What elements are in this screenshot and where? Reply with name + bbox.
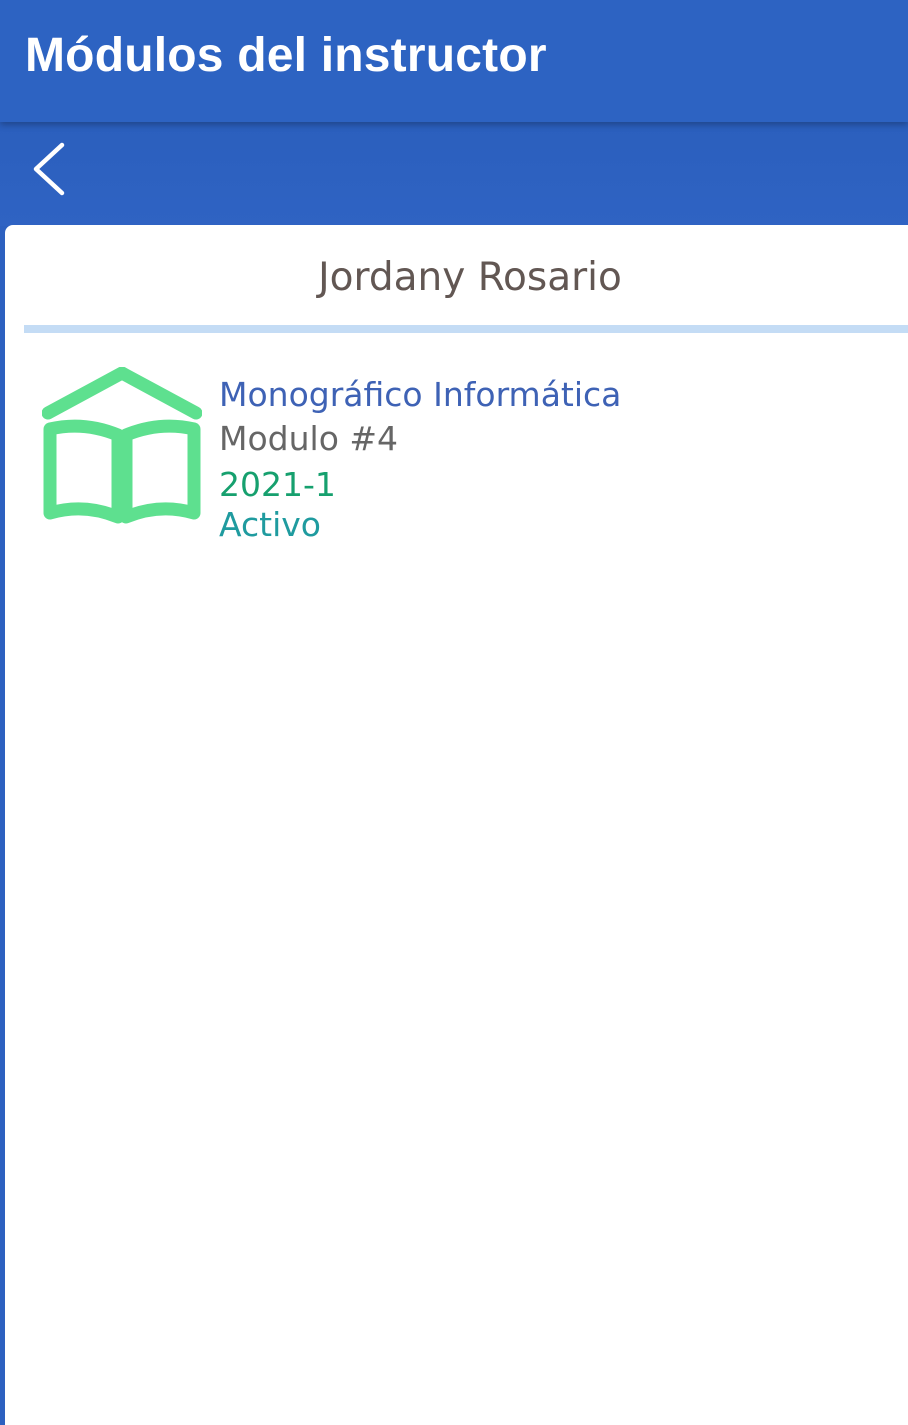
navigation-bar — [0, 122, 908, 279]
module-list-item[interactable]: Monográfico Informática Modulo #4 2021-1… — [24, 355, 894, 555]
page-title: Módulos del instructor — [25, 29, 547, 82]
module-number: Modulo #4 — [219, 419, 399, 458]
app-bar: Módulos del instructor — [0, 0, 908, 122]
chevron-left-icon — [33, 142, 65, 196]
module-period: 2021-1 — [219, 465, 336, 504]
content-card: Jordany Rosario Monográfico Informática … — [5, 225, 908, 1425]
name-divider — [24, 325, 908, 333]
module-course-title: Monográfico Informática — [219, 375, 622, 414]
instructor-name: Jordany Rosario — [318, 255, 622, 300]
module-status: Activo — [219, 505, 321, 544]
book-house-icon — [42, 367, 202, 524]
module-details: Monográfico Informática Modulo #4 2021-1… — [219, 375, 621, 545]
back-button[interactable] — [18, 136, 78, 202]
